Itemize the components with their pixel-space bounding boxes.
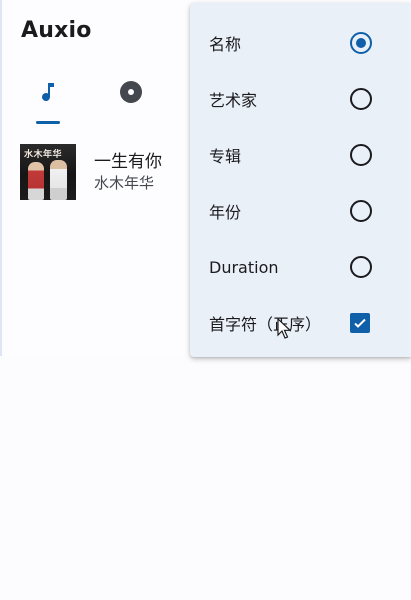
checkbox-checked-icon[interactable] — [350, 313, 370, 333]
mouse-pointer-icon — [277, 318, 291, 339]
app-screen: Auxio 水木年华 一生有你 水木年华 名称 艺术家 专辑 年份 Durati… — [0, 0, 411, 600]
music-note-icon — [42, 83, 54, 102]
cover-figure-right — [50, 160, 67, 200]
song-list-item[interactable]: 水木年华 一生有你 水木年华 — [20, 144, 200, 200]
song-title: 一生有你 — [94, 152, 162, 172]
song-artist: 水木年华 — [94, 174, 155, 192]
sort-ascending-option[interactable]: 首字符（正序） — [190, 295, 411, 351]
radio-unselected-icon[interactable] — [350, 256, 372, 278]
radio-selected-icon[interactable] — [350, 32, 372, 54]
album-cover-text: 水木年华 — [24, 150, 63, 160]
radio-unselected-icon[interactable] — [350, 144, 372, 166]
album-cover: 水木年华 — [20, 144, 76, 200]
album-disc-icon — [120, 81, 142, 103]
sort-option-label: 艺术家 — [209, 91, 258, 110]
sort-option-label: 名称 — [209, 35, 242, 54]
sort-option-name[interactable]: 名称 — [190, 15, 411, 71]
sort-option-label: 专辑 — [209, 147, 242, 166]
sort-menu: 名称 艺术家 专辑 年份 Duration 首字符（正序） — [190, 3, 411, 357]
song-text: 一生有你 水木年华 — [94, 151, 162, 193]
tab-songs[interactable] — [23, 80, 73, 126]
sort-ascending-label: 首字符（正序） — [209, 315, 322, 334]
sort-option-label: 年份 — [209, 203, 242, 222]
radio-unselected-icon[interactable] — [350, 200, 372, 222]
checkmark-icon — [354, 318, 366, 328]
radio-unselected-icon[interactable] — [350, 88, 372, 110]
sort-option-label: Duration — [209, 257, 279, 277]
sort-option-album[interactable]: 专辑 — [190, 127, 411, 183]
sort-option-year[interactable]: 年份 — [190, 183, 411, 239]
cover-figure-left — [28, 162, 44, 200]
sort-option-artist[interactable]: 艺术家 — [190, 71, 411, 127]
tab-albums[interactable] — [106, 80, 156, 126]
sort-option-duration[interactable]: Duration — [190, 239, 411, 295]
app-title: Auxio — [21, 18, 92, 43]
tab-indicator — [36, 121, 60, 124]
